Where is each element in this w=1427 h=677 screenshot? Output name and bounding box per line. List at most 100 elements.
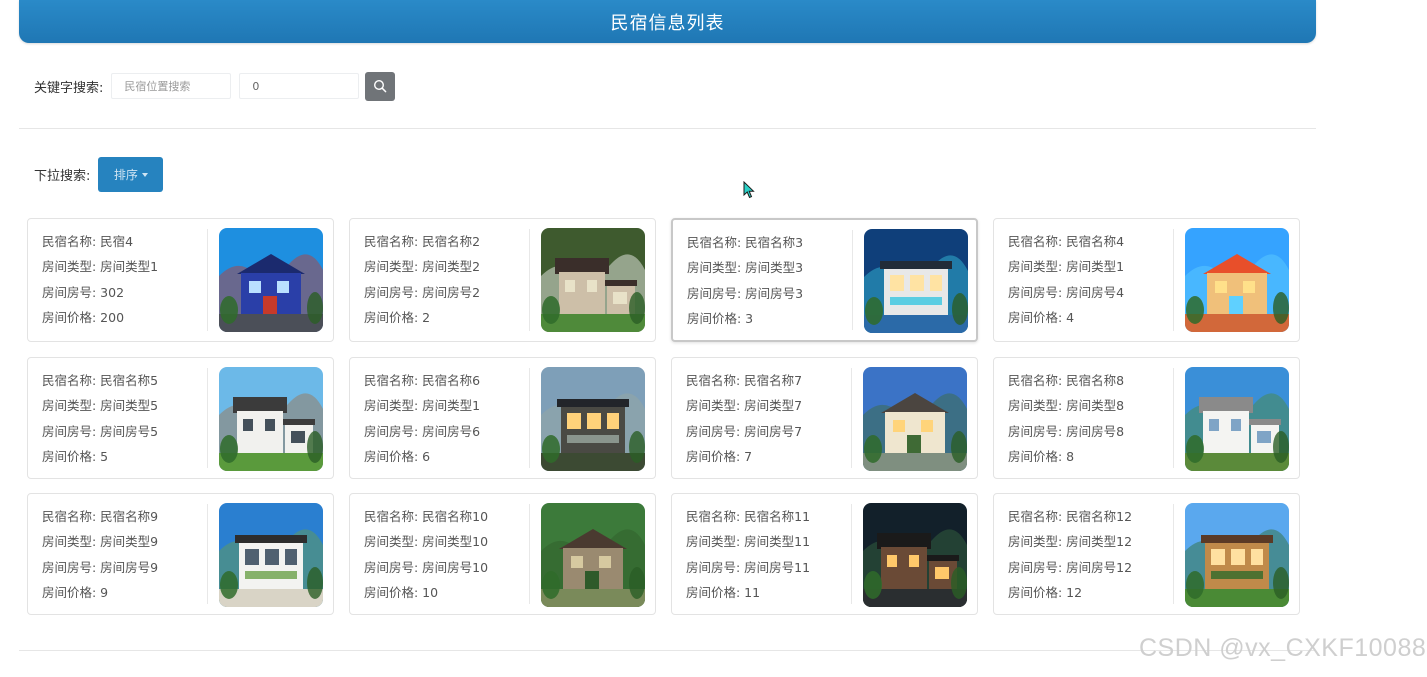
- room-type: 房间类型: 房间类型8: [1008, 398, 1125, 414]
- card-divider: [1173, 229, 1174, 331]
- homestay-photo-graphic: [219, 228, 323, 332]
- room-type: 房间类型: 房间类型11: [686, 534, 811, 550]
- homestay-card[interactable]: 民宿名称: 民宿4 房间类型: 房间类型1 房间房号: 302 房间价格: 20…: [27, 218, 334, 342]
- number-search-input[interactable]: [239, 73, 360, 99]
- watermark: CSDN @vx_CXKF10088: [1139, 634, 1427, 662]
- homestay-card[interactable]: 民宿名称: 民宿名称6 房间类型: 房间类型1 房间房号: 房间房号6 房间价格…: [349, 357, 656, 479]
- homestay-card[interactable]: 民宿名称: 民宿名称8 房间类型: 房间类型8 房间房号: 房间房号8 房间价格…: [993, 357, 1300, 479]
- homestay-photo-graphic: [1185, 228, 1289, 332]
- room-type: 房间类型: 房间类型1: [1008, 259, 1125, 275]
- mouse-cursor-icon: [743, 181, 755, 199]
- room-price: 房间价格: 3: [687, 310, 754, 326]
- homestay-name: 民宿名称: 民宿名称2: [364, 234, 481, 249]
- homestay-photo[interactable]: [864, 229, 968, 333]
- card-divider: [851, 368, 852, 468]
- homestay-photo[interactable]: [541, 228, 645, 332]
- homestay-name: 民宿名称: 民宿名称5: [42, 373, 159, 388]
- room-number: 房间房号: 房间房号8: [1008, 423, 1125, 439]
- card-divider: [852, 230, 853, 330]
- card-divider: [207, 368, 208, 468]
- location-search-input[interactable]: [111, 73, 232, 99]
- homestay-card[interactable]: 民宿名称: 民宿名称4 房间类型: 房间类型1 房间房号: 房间房号4 房间价格…: [993, 218, 1300, 342]
- homestay-photo[interactable]: [219, 367, 323, 471]
- homestay-photo-graphic: [219, 367, 323, 471]
- homestay-info: 民宿名称: 民宿名称8 房间类型: 房间类型8 房间房号: 房间房号8 房间价格…: [1008, 368, 1124, 469]
- card-divider: [207, 504, 208, 604]
- card-divider: [1173, 504, 1174, 604]
- homestay-info: 民宿名称: 民宿名称7 房间类型: 房间类型7 房间房号: 房间房号7 房间价格…: [686, 368, 802, 469]
- room-number: 房间房号: 302: [42, 284, 125, 300]
- room-type: 房间类型: 房间类型12: [1008, 534, 1133, 550]
- homestay-info: 民宿名称: 民宿名称4 房间类型: 房间类型1 房间房号: 房间房号4 房间价格…: [1008, 229, 1124, 330]
- homestay-name: 民宿名称: 民宿名称11: [686, 509, 811, 524]
- keyword-search-label: 关键字搜索:: [34, 80, 104, 96]
- room-number: 房间房号: 房间房号7: [686, 423, 803, 439]
- homestay-photo-graphic: [863, 367, 967, 471]
- homestay-photo[interactable]: [863, 367, 967, 471]
- room-type: 房间类型: 房间类型5: [42, 398, 159, 414]
- card-divider: [207, 229, 208, 331]
- homestay-card[interactable]: 民宿名称: 民宿名称12 房间类型: 房间类型12 房间房号: 房间房号12 房…: [993, 493, 1300, 615]
- room-number: 房间房号: 房间房号10: [364, 559, 489, 575]
- homestay-card[interactable]: 民宿名称: 民宿名称7 房间类型: 房间类型7 房间房号: 房间房号7 房间价格…: [671, 357, 978, 479]
- room-number: 房间房号: 房间房号5: [42, 423, 159, 439]
- card-divider: [851, 504, 852, 604]
- caret-down-icon: [141, 172, 148, 177]
- room-price: 房间价格: 8: [1008, 448, 1075, 464]
- card-divider: [529, 368, 530, 468]
- room-number: 房间房号: 房间房号11: [686, 559, 811, 575]
- divider-bottom: [19, 650, 1316, 651]
- room-price: 房间价格: 12: [1008, 584, 1083, 600]
- sort-dropdown-button[interactable]: 排序: [98, 157, 164, 192]
- homestay-name: 民宿名称: 民宿名称7: [686, 373, 803, 388]
- dropdown-search-bar: 下拉搜索: 排序: [34, 157, 164, 192]
- homestay-card[interactable]: 民宿名称: 民宿名称10 房间类型: 房间类型10 房间房号: 房间房号10 房…: [349, 493, 656, 615]
- room-type: 房间类型: 房间类型1: [364, 398, 481, 414]
- card-divider: [529, 229, 530, 331]
- homestay-info: 民宿名称: 民宿名称5 房间类型: 房间类型5 房间房号: 房间房号5 房间价格…: [42, 368, 158, 469]
- homestay-name: 民宿名称: 民宿名称4: [1008, 234, 1125, 249]
- room-type: 房间类型: 房间类型9: [42, 534, 159, 550]
- homestay-photo[interactable]: [541, 503, 645, 607]
- room-price: 房间价格: 9: [42, 584, 109, 600]
- room-price: 房间价格: 6: [364, 448, 431, 464]
- card-divider: [529, 504, 530, 604]
- homestay-photo[interactable]: [219, 503, 323, 607]
- room-number: 房间房号: 房间房号3: [687, 285, 804, 301]
- homestay-photo[interactable]: [541, 367, 645, 471]
- homestay-card[interactable]: 民宿名称: 民宿名称9 房间类型: 房间类型9 房间房号: 房间房号9 房间价格…: [27, 493, 334, 615]
- room-number: 房间房号: 房间房号12: [1008, 559, 1133, 575]
- homestay-info: 民宿名称: 民宿名称12 房间类型: 房间类型12 房间房号: 房间房号12 房…: [1008, 504, 1132, 605]
- homestay-card[interactable]: 民宿名称: 民宿名称2 房间类型: 房间类型2 房间房号: 房间房号2 房间价格…: [349, 218, 656, 342]
- homestay-photo[interactable]: [1185, 503, 1289, 607]
- homestay-photo-graphic: [1185, 367, 1289, 471]
- homestay-name: 民宿名称: 民宿名称12: [1008, 509, 1133, 524]
- room-price: 房间价格: 11: [686, 584, 761, 600]
- homestay-photo[interactable]: [1185, 228, 1289, 332]
- homestay-card[interactable]: 民宿名称: 民宿名称11 房间类型: 房间类型11 房间房号: 房间房号11 房…: [671, 493, 978, 615]
- room-price: 房间价格: 7: [686, 448, 753, 464]
- sort-button-label: 排序: [113, 168, 138, 182]
- homestay-photo-graphic: [1185, 503, 1289, 607]
- page-title: 民宿信息列表: [610, 12, 725, 34]
- room-price: 房间价格: 5: [42, 448, 109, 464]
- homestay-card[interactable]: 民宿名称: 民宿名称3 房间类型: 房间类型3 房间房号: 房间房号3 房间价格…: [671, 218, 978, 342]
- room-price: 房间价格: 10: [364, 584, 439, 600]
- search-button[interactable]: [365, 71, 396, 101]
- homestay-card[interactable]: 民宿名称: 民宿名称5 房间类型: 房间类型5 房间房号: 房间房号5 房间价格…: [27, 357, 334, 479]
- homestay-name: 民宿名称: 民宿名称9: [42, 509, 159, 524]
- room-type: 房间类型: 房间类型3: [687, 260, 804, 276]
- homestay-photo-graphic: [863, 503, 967, 607]
- homestay-photo[interactable]: [1185, 367, 1289, 471]
- keyword-search-bar: 关键字搜索:: [34, 71, 396, 101]
- room-price: 房间价格: 4: [1008, 309, 1075, 325]
- room-price: 房间价格: 200: [42, 309, 125, 325]
- homestay-name: 民宿名称: 民宿名称8: [1008, 373, 1125, 388]
- search-icon: [374, 79, 387, 93]
- homestay-info: 民宿名称: 民宿名称9 房间类型: 房间类型9 房间房号: 房间房号9 房间价格…: [42, 504, 158, 605]
- homestay-info: 民宿名称: 民宿名称2 房间类型: 房间类型2 房间房号: 房间房号2 房间价格…: [364, 229, 480, 330]
- homestay-photo[interactable]: [863, 503, 967, 607]
- homestay-photo[interactable]: [219, 228, 323, 332]
- homestay-photo-graphic: [541, 503, 645, 607]
- homestay-info: 民宿名称: 民宿4 房间类型: 房间类型1 房间房号: 302 房间价格: 20…: [42, 229, 158, 330]
